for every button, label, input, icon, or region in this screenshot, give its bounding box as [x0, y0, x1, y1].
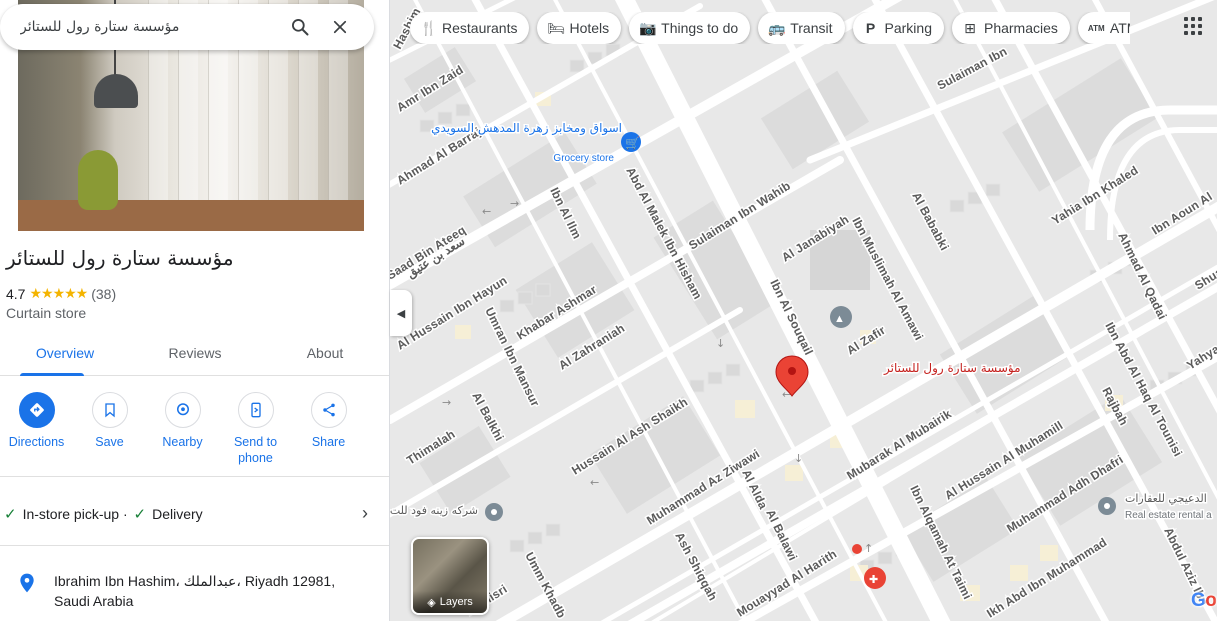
search-button[interactable] — [280, 7, 320, 47]
svg-text:←: ← — [590, 476, 599, 489]
chip-things-to-do[interactable]: 📷 Things to do — [629, 12, 751, 44]
svg-text:الدعيجي للعقارات: الدعيجي للعقارات — [1125, 492, 1207, 505]
check-icon: ✓ — [4, 506, 17, 523]
search-icon — [292, 19, 309, 36]
rating-value: 4.7 — [6, 285, 26, 302]
chip-restaurants[interactable]: 🍴 Restaurants — [410, 12, 530, 44]
send-to-phone-icon — [250, 402, 261, 418]
map-svg[interactable]: Amr Ibn Zaid Hashim Ahmad Al Barraj Saad… — [390, 0, 1217, 621]
tab-reviews[interactable]: Reviews — [130, 334, 260, 375]
svg-text:→: → — [442, 396, 451, 409]
svg-text:←: ← — [482, 205, 491, 218]
svg-text:🛒: 🛒 — [625, 136, 640, 150]
svg-text:Real estate rental a: Real estate rental a — [1125, 510, 1212, 521]
svg-text:▲: ▲ — [834, 313, 845, 325]
svg-text:شركه زينه فود للت: شركه زينه فود للت — [390, 504, 478, 517]
svg-text:اسواق ومخابز زهرة المدهش السوي: اسواق ومخابز زهرة المدهش السويدي — [431, 121, 622, 136]
place-category[interactable]: Curtain store — [6, 305, 86, 321]
svg-text:Grocery store: Grocery store — [553, 153, 614, 164]
search-box — [0, 4, 374, 50]
layers-icon: ◈ — [427, 596, 436, 609]
reviews-count-link[interactable]: (38) — [91, 286, 116, 302]
tab-overview[interactable]: Overview — [0, 334, 130, 376]
poi-school[interactable]: ▲ — [830, 306, 852, 328]
chip-transit[interactable]: 🚌 Transit — [758, 12, 845, 44]
share-button[interactable]: Share — [292, 392, 365, 466]
location-pin-icon — [20, 573, 34, 593]
close-icon — [333, 20, 347, 34]
bus-icon: 🚌 — [768, 19, 786, 36]
service-options[interactable]: ✓ In-store pick-up · ✓ Delivery › — [4, 503, 374, 523]
share-icon — [322, 403, 335, 417]
poi-pharmacy[interactable]: ✚ — [864, 567, 886, 589]
chevron-left-icon: ◀ — [396, 307, 406, 320]
place-title: مؤسسة ستارة رول للستائر — [6, 246, 234, 270]
place-side-panel: مؤسسة ستارة رول للستائر 4.7 ★★★★★ (38) C… — [0, 0, 390, 621]
pharmacy-icon: ⊞ — [964, 19, 976, 36]
place-actions: Directions Save Nearby Send to phone Sha… — [0, 392, 370, 466]
chip-atms[interactable]: ATM ATMs — [1077, 12, 1130, 44]
svg-text:→: → — [510, 197, 519, 210]
layers-button[interactable]: ◈ Layers — [411, 537, 489, 615]
clear-search-button[interactable] — [320, 7, 360, 47]
rating-stars: ★★★★★ — [29, 285, 88, 301]
svg-text:↓: ↓ — [794, 452, 803, 465]
place-rating: 4.7 ★★★★★ (38) — [6, 285, 116, 302]
svg-text:↑: ↑ — [864, 542, 873, 555]
chip-pharmacies[interactable]: ⊞ Pharmacies — [951, 12, 1070, 44]
send-to-phone-button[interactable]: Send to phone — [219, 392, 292, 466]
atm-icon: ATM — [1087, 23, 1105, 33]
utensils-icon: 🍴 — [420, 19, 438, 36]
address-row[interactable]: Ibrahim Ibn Hashim، عبدالملك، Riyadh 129… — [0, 571, 389, 611]
parking-icon: P — [865, 20, 876, 36]
apps-grid-icon[interactable] — [1177, 10, 1207, 40]
check-icon: ✓ — [133, 506, 147, 523]
place-tabs: Overview Reviews About — [0, 334, 389, 376]
bed-icon: 🛏 — [547, 19, 566, 36]
directions-button[interactable]: Directions — [0, 392, 73, 466]
camera-icon: 📷 — [639, 19, 657, 36]
save-button[interactable]: Save — [73, 392, 146, 466]
divider — [0, 545, 389, 546]
poi-small-marker[interactable] — [852, 544, 862, 554]
bookmark-icon — [104, 403, 115, 418]
collapse-panel-button[interactable]: ◀ — [390, 290, 412, 336]
chip-parking[interactable]: P Parking — [852, 12, 944, 44]
divider — [0, 476, 389, 477]
google-logo: Google — [1191, 590, 1217, 611]
svg-text:✚: ✚ — [869, 574, 878, 586]
nearby-icon — [176, 403, 189, 416]
address-text: Ibrahim Ibn Hashim، عبدالملك، Riyadh 129… — [54, 573, 336, 609]
svg-text:↓: ↓ — [716, 337, 725, 350]
chip-hotels[interactable]: 🛏 Hotels — [537, 12, 622, 44]
search-input[interactable] — [20, 19, 280, 35]
svg-text:مؤسسة ستارة رول للستائر: مؤسسة ستارة رول للستائر — [883, 361, 1021, 376]
tab-about[interactable]: About — [260, 334, 389, 375]
nearby-button[interactable]: Nearby — [146, 392, 219, 466]
maps-app: Amr Ibn Zaid Hashim Ahmad Al Barraj Saad… — [0, 0, 1217, 621]
map-canvas[interactable]: Amr Ibn Zaid Hashim Ahmad Al Barraj Saad… — [390, 0, 1217, 621]
directions-icon — [29, 403, 44, 417]
category-chips: 🍴 Restaurants 🛏 Hotels 📷 Things to do 🚌 … — [410, 12, 1130, 44]
chevron-right-icon: › — [362, 503, 368, 523]
